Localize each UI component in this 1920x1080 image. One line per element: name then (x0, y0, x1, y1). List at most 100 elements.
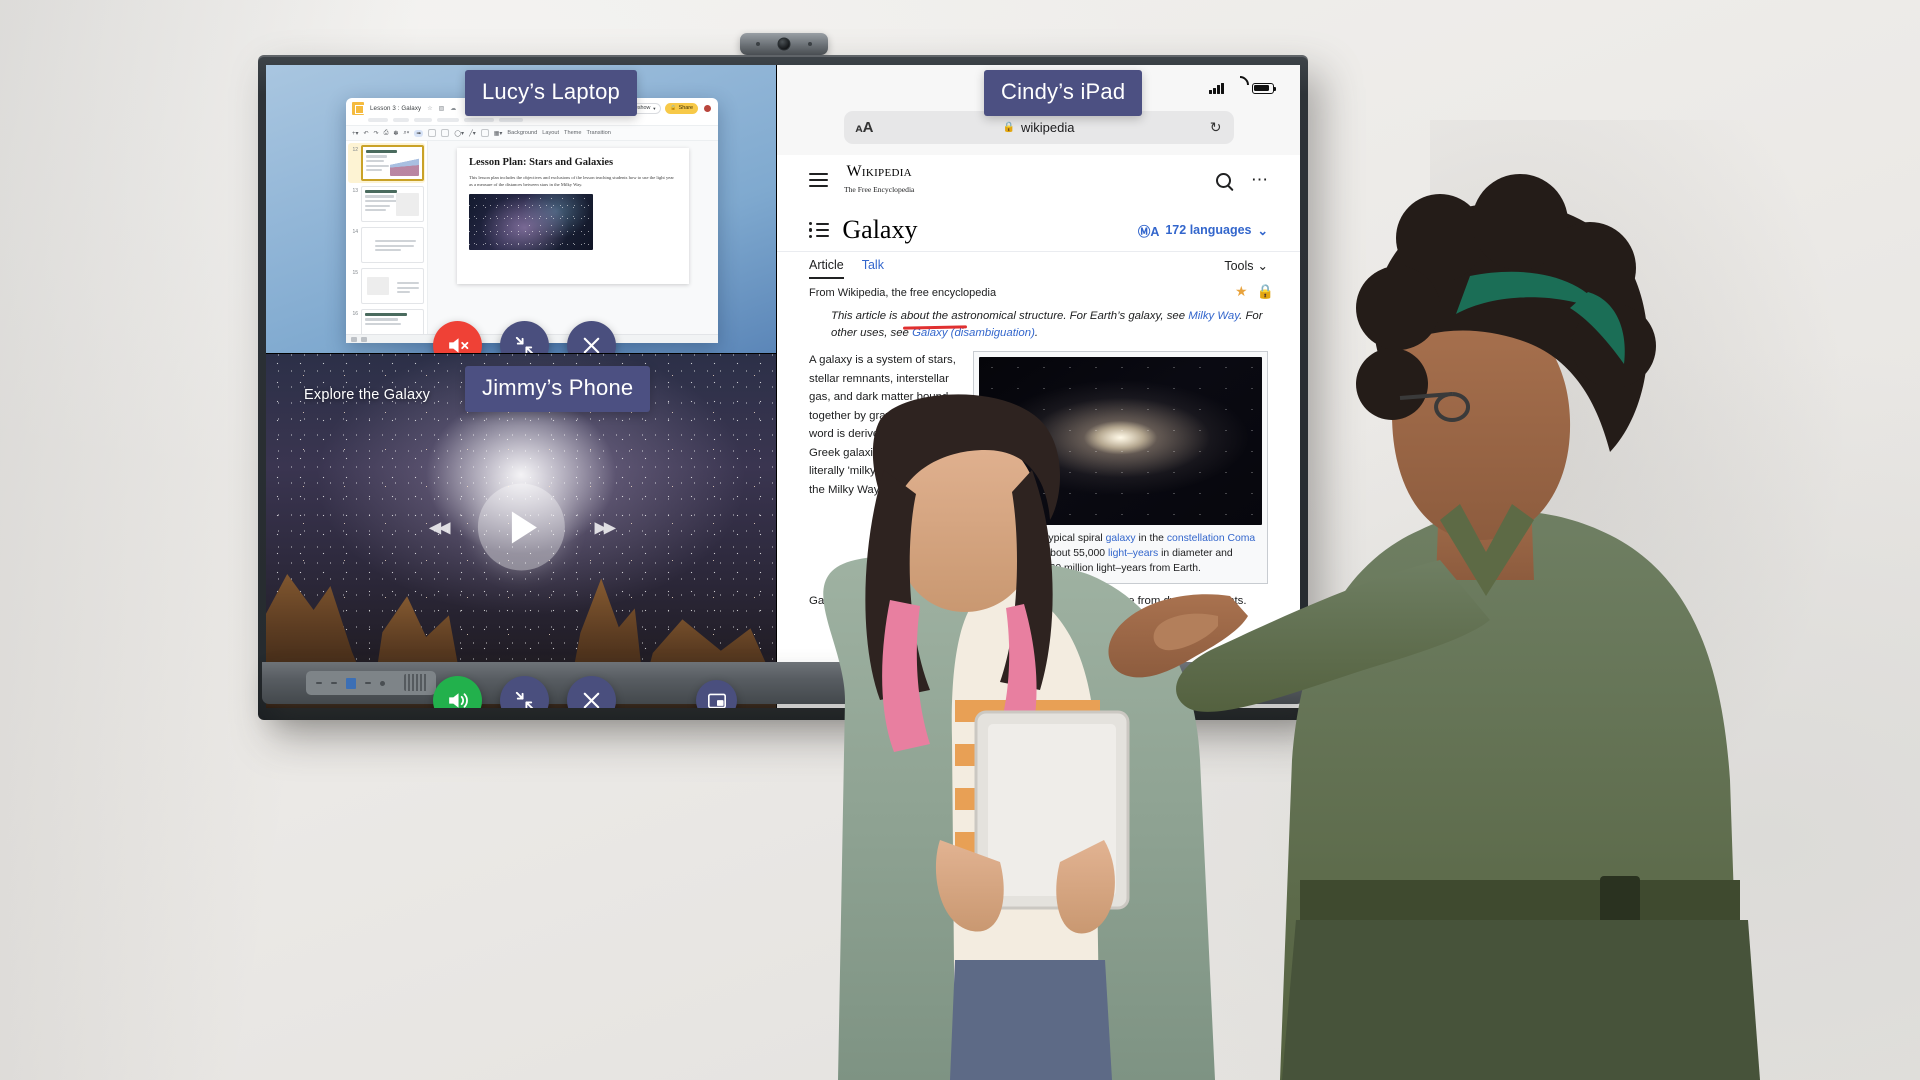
close-button[interactable] (567, 321, 616, 353)
light-years-link[interactable]: light–years (1108, 548, 1158, 559)
chevron-down-icon: ⌄ (1257, 259, 1268, 273)
browser-url-bar[interactable]: ᴀA 🔒 wikipedia ↻ (777, 111, 1300, 155)
menu-item[interactable] (393, 118, 409, 122)
slide-thumbnail[interactable] (361, 186, 424, 222)
minimize-button[interactable] (500, 676, 549, 708)
list-item[interactable]: 15 (349, 268, 424, 304)
text-box-icon[interactable] (428, 129, 437, 137)
padlock-icon[interactable]: 🔒 (1257, 283, 1274, 300)
paint-format-icon[interactable]: ✽ (393, 130, 398, 137)
ngc-4414-link[interactable]: NGC 4414 (982, 533, 1031, 544)
comment-icon[interactable] (480, 129, 489, 137)
redo-icon[interactable]: ↷ (374, 130, 379, 137)
caption-text-3: in the (1135, 533, 1167, 545)
usb-port-icon[interactable] (346, 677, 356, 689)
slide-thumbnail[interactable] (361, 268, 424, 304)
speaker-notes-icon[interactable] (351, 336, 357, 342)
page-title: Galaxy (842, 215, 918, 244)
undo-icon[interactable]: ↶ (364, 130, 369, 137)
article-tabs[interactable]: Article Talk Tools ⌄ (777, 251, 1300, 279)
interactive-display: Lesson 3 : Galaxy ☆ ▨ ☁ ↗ ☐ ▶ Slideshow … (258, 55, 1308, 720)
menu-item[interactable] (414, 118, 432, 122)
menu-item[interactable] (464, 118, 494, 122)
zoom-icon[interactable]: ⌕▾ (403, 130, 409, 137)
line-icon[interactable]: ╱▾ (469, 130, 476, 137)
slides-tile-controls[interactable] (433, 321, 616, 353)
caption-text-2: , a typical spiral (1031, 533, 1106, 545)
unmute-button[interactable] (433, 676, 482, 708)
shape-icon[interactable]: ◯▾ (454, 130, 464, 137)
list-item[interactable]: 13 (349, 186, 424, 222)
google-slides-window[interactable]: Lesson 3 : Galaxy ☆ ▨ ☁ ↗ ☐ ▶ Slideshow … (346, 98, 718, 343)
play-icon (512, 511, 537, 543)
share-label: Share (678, 105, 693, 111)
article-actions[interactable]: ★ 🔒 (1235, 283, 1274, 300)
menu-item[interactable] (368, 118, 388, 122)
cloud-icon[interactable]: ☁ (450, 105, 456, 112)
hamburger-icon[interactable] (809, 173, 828, 187)
rewind-button[interactable]: ◀◀ (429, 517, 451, 537)
lead-paragraph: A galaxy is a system of stars, stellar r… (809, 354, 956, 496)
list-item[interactable]: 14 (349, 227, 424, 263)
close-button[interactable] (1069, 595, 1118, 644)
tab-talk[interactable]: Talk (862, 252, 884, 279)
galaxy-link[interactable]: galaxy (1106, 533, 1136, 544)
languages-button[interactable]: ⓂA 172 languages ⌄ (1138, 221, 1268, 240)
select-tool-icon[interactable]: ➠ (414, 129, 424, 137)
user-avatar[interactable] (703, 103, 712, 113)
chevron-down-icon: ▼ (652, 105, 657, 111)
layout-button[interactable]: Layout (542, 130, 559, 136)
new-slide-icon[interactable]: +▾ (352, 130, 359, 137)
mute-button[interactable] (433, 321, 482, 353)
star-icon[interactable]: ★ (1235, 283, 1248, 300)
slide-filmstrip[interactable]: 12 13 14 15 16 (346, 141, 428, 343)
menu-item[interactable] (499, 118, 523, 122)
camera-sensor-left (756, 42, 760, 46)
close-button[interactable] (567, 676, 616, 708)
wordmark-title: Wikipedia (846, 163, 912, 180)
tab-article[interactable]: Article (809, 252, 844, 279)
slide-number: 13 (352, 188, 358, 194)
more-options-icon[interactable]: ⋯ (1251, 170, 1268, 190)
star-icon[interactable]: ☆ (427, 105, 432, 112)
table-of-contents-icon[interactable] (809, 221, 830, 239)
current-slide[interactable]: Lesson Plan: Stars and Galaxies This les… (457, 148, 689, 284)
wifi-icon (1231, 83, 1245, 94)
forward-button[interactable]: ▶▶ (595, 517, 617, 537)
ipad-tile-controls[interactable] (1002, 595, 1118, 644)
languages-label: 172 languages (1165, 223, 1252, 237)
grid-view-icon[interactable] (361, 336, 367, 342)
transition-icon[interactable]: ▦▾ (494, 130, 503, 137)
slides-toolbar[interactable]: +▾ ↶ ↷ ⎙ ✽ ⌕▾ ➠ ◯▾ ╱▾ ▦▾ Background Layo… (346, 125, 718, 141)
list-item[interactable]: 12 (348, 143, 425, 183)
menu-item[interactable] (437, 118, 459, 122)
slide-thumbnail[interactable] (361, 145, 424, 181)
search-icon[interactable] (1216, 172, 1231, 188)
share-button[interactable]: 🔒 Share (665, 102, 698, 114)
minimize-button[interactable] (1002, 595, 1051, 644)
play-button[interactable] (477, 483, 565, 571)
chevron-down-icon: ⌄ (1257, 223, 1268, 238)
background-button[interactable]: Background (507, 130, 537, 136)
badge-cindys-ipad: Cindy’s iPad (984, 70, 1143, 116)
slide-thumbnail[interactable] (361, 227, 424, 263)
minimize-button[interactable] (500, 321, 549, 353)
transition-button[interactable]: Transition (586, 130, 610, 136)
slide-canvas[interactable]: Lesson Plan: Stars and Galaxies This les… (428, 141, 718, 343)
slide-number: 16 (352, 311, 358, 317)
video-tile-controls[interactable] (433, 676, 616, 708)
hatnote-text-1: This article is about the astronomical s… (831, 310, 1189, 322)
milky-way-link[interactable]: Milky Way (1188, 310, 1239, 322)
slide-number: 14 (352, 229, 358, 235)
infobox: NGC 4414, a typical spiral galaxy in the… (973, 351, 1268, 585)
tile-cindys-ipad[interactable]: 9:41 ᴀA 🔒 wikipedia ↻ (777, 65, 1300, 708)
move-to-folder-icon[interactable]: ▨ (439, 105, 445, 112)
video-transport-controls[interactable]: ◀◀ ▶▶ (429, 483, 617, 571)
slides-menu-bar[interactable] (346, 118, 718, 125)
insert-image-icon[interactable] (441, 129, 450, 137)
print-icon[interactable]: ⎙ (384, 130, 389, 137)
theme-button[interactable]: Theme (564, 130, 581, 136)
article-columns: A galaxy is a system of stars, stellar r… (809, 342, 1268, 585)
tools-menu[interactable]: Tools ⌄ (1224, 258, 1268, 274)
infobox-caption: NGC 4414, a typical spiral galaxy in the… (979, 525, 1262, 578)
